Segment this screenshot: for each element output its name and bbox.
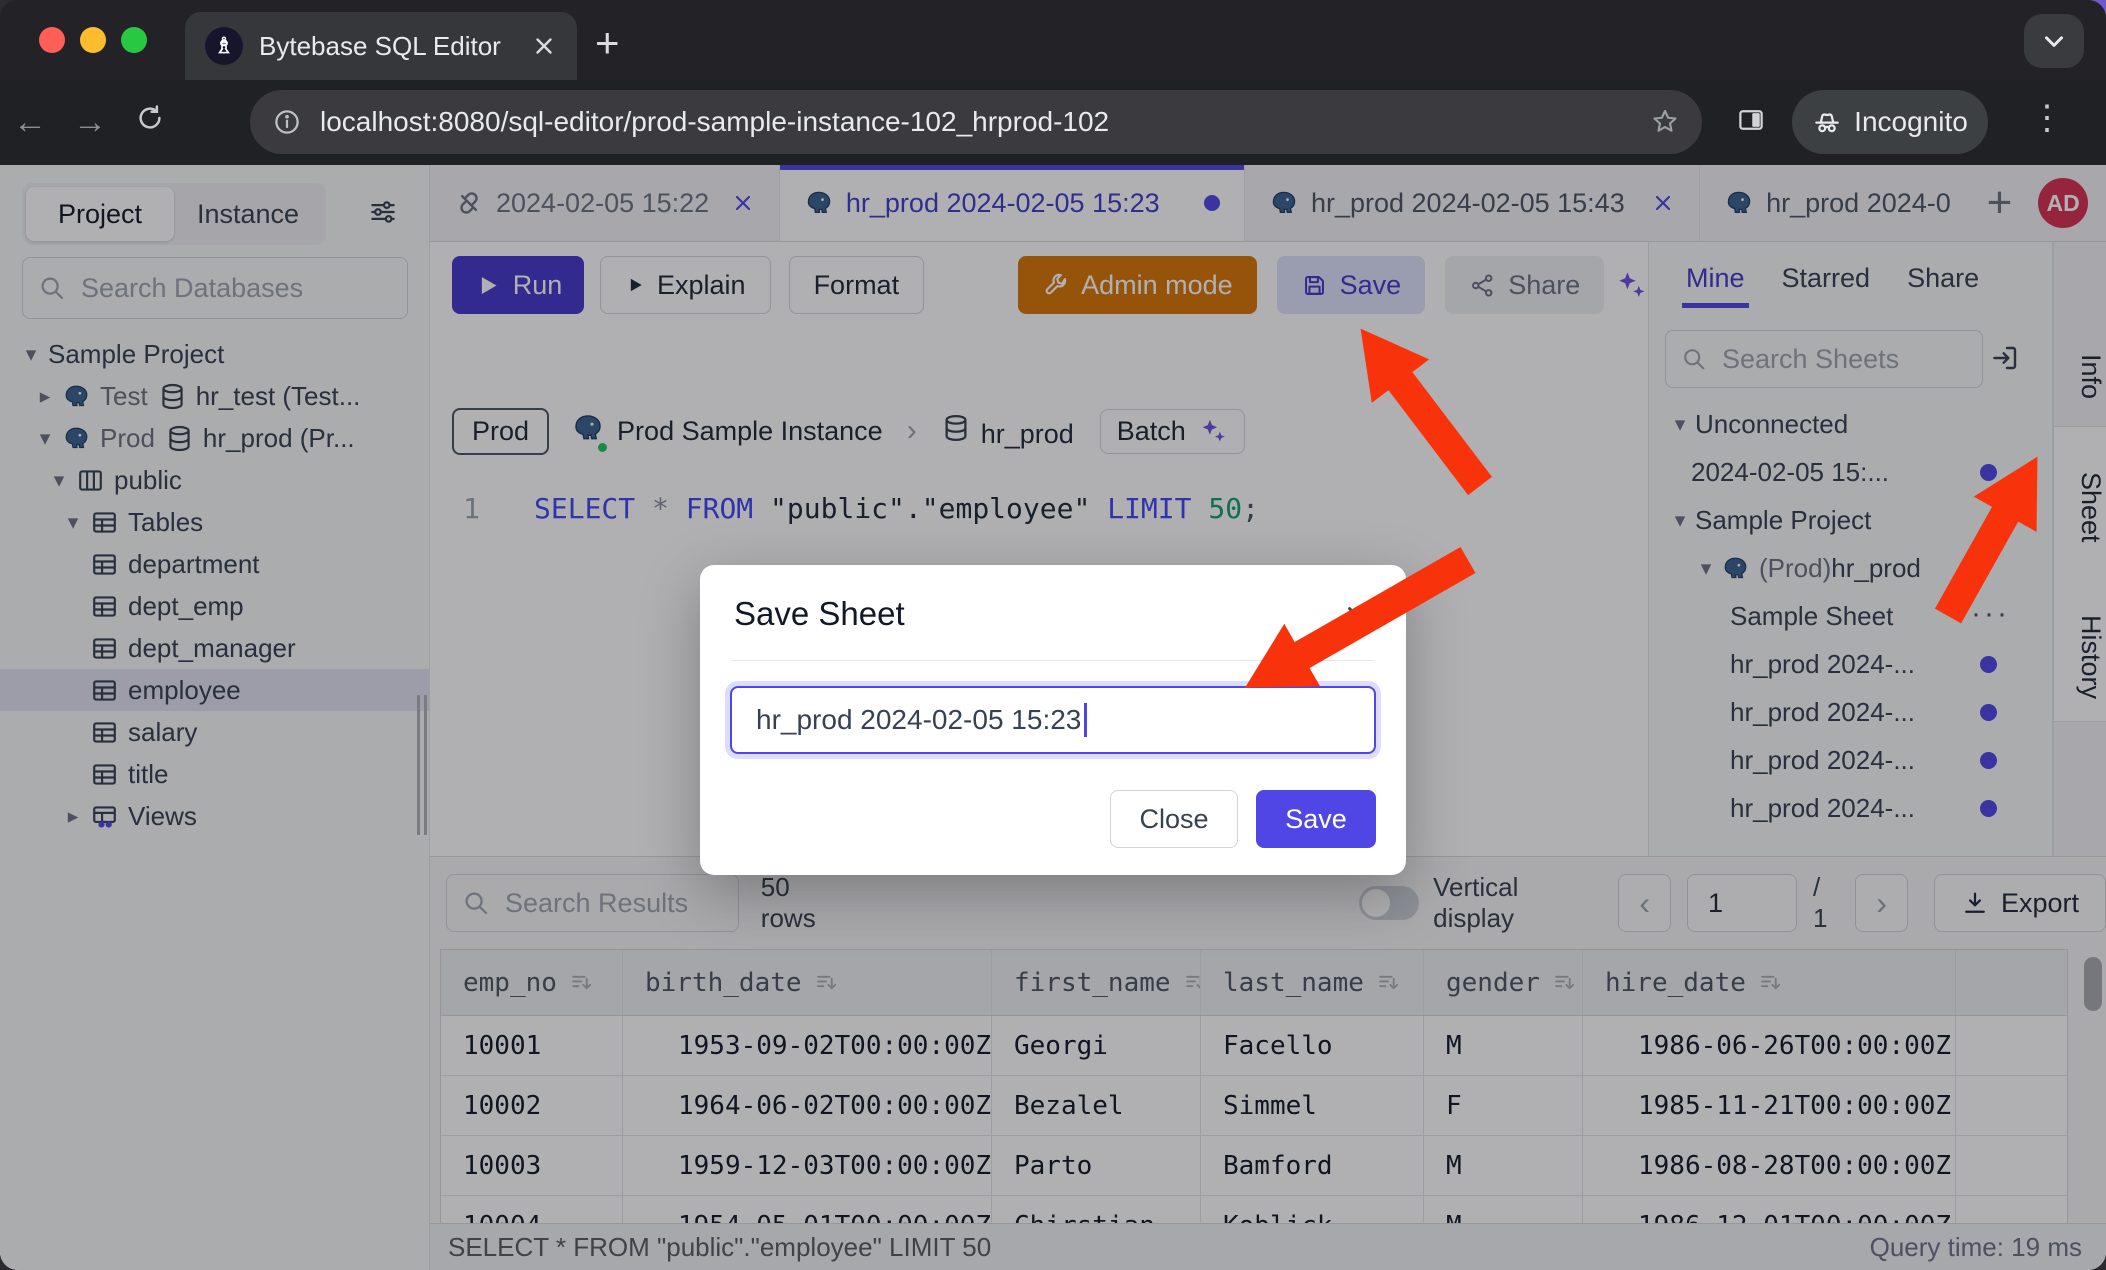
back-button[interactable]: ← — [0, 103, 60, 142]
forward-button[interactable]: → — [60, 103, 120, 142]
bytebase-sql-editor-page: Project Instance ▾Sample Project▸Testhr_… — [0, 165, 2106, 1270]
dialog-close-button[interactable]: Close — [1110, 790, 1238, 848]
side-panel-icon[interactable] — [1736, 105, 1766, 135]
traffic-light-minimize[interactable] — [80, 27, 106, 53]
reload-button[interactable] — [120, 103, 180, 142]
url-text[interactable]: localhost:8080/sql-editor/prod-sample-in… — [320, 106, 1632, 138]
traffic-light-zoom[interactable] — [121, 27, 147, 53]
reload-icon — [135, 103, 165, 133]
sheet-name-input[interactable]: hr_prod 2024-02-05 15:23 — [730, 686, 1376, 754]
browser-tab-title: Bytebase SQL Editor — [259, 31, 515, 62]
sheet-name-value: hr_prod 2024-02-05 15:23 — [756, 704, 1081, 736]
dialog-divider — [732, 660, 1374, 661]
browser-tab[interactable]: ♗ Bytebase SQL Editor — [185, 12, 577, 80]
incognito-badge: Incognito — [1792, 90, 1988, 154]
incognito-label: Incognito — [1854, 106, 1968, 138]
chevron-down-icon — [2039, 26, 2069, 56]
tab-close-icon[interactable] — [531, 33, 557, 59]
spy-icon — [1812, 107, 1842, 137]
new-tab-button[interactable]: + — [595, 22, 620, 64]
dialog-close-icon[interactable] — [1342, 601, 1372, 631]
screenshot: ♗ Bytebase SQL Editor + ← → localhost:80… — [0, 0, 2106, 1270]
dialog-title: Save Sheet — [734, 595, 905, 633]
save-sheet-dialog: Save Sheet hr_prod 2024-02-05 15:23 Clos… — [700, 565, 1406, 875]
tab-search-button[interactable] — [2024, 14, 2084, 68]
bytebase-favicon: ♗ — [205, 27, 243, 65]
bookmark-star-icon[interactable] — [1650, 107, 1680, 137]
address-bar[interactable]: localhost:8080/sql-editor/prod-sample-in… — [250, 90, 1702, 154]
browser-menu-button[interactable]: ⋮ — [2030, 98, 2064, 138]
traffic-light-close[interactable] — [39, 27, 65, 53]
dialog-save-button[interactable]: Save — [1256, 790, 1376, 848]
text-caret — [1084, 703, 1087, 737]
browser-titlebar: ♗ Bytebase SQL Editor + — [0, 0, 2106, 80]
browser-window: ♗ Bytebase SQL Editor + ← → localhost:80… — [0, 0, 2106, 1270]
site-info-icon[interactable] — [272, 107, 302, 137]
